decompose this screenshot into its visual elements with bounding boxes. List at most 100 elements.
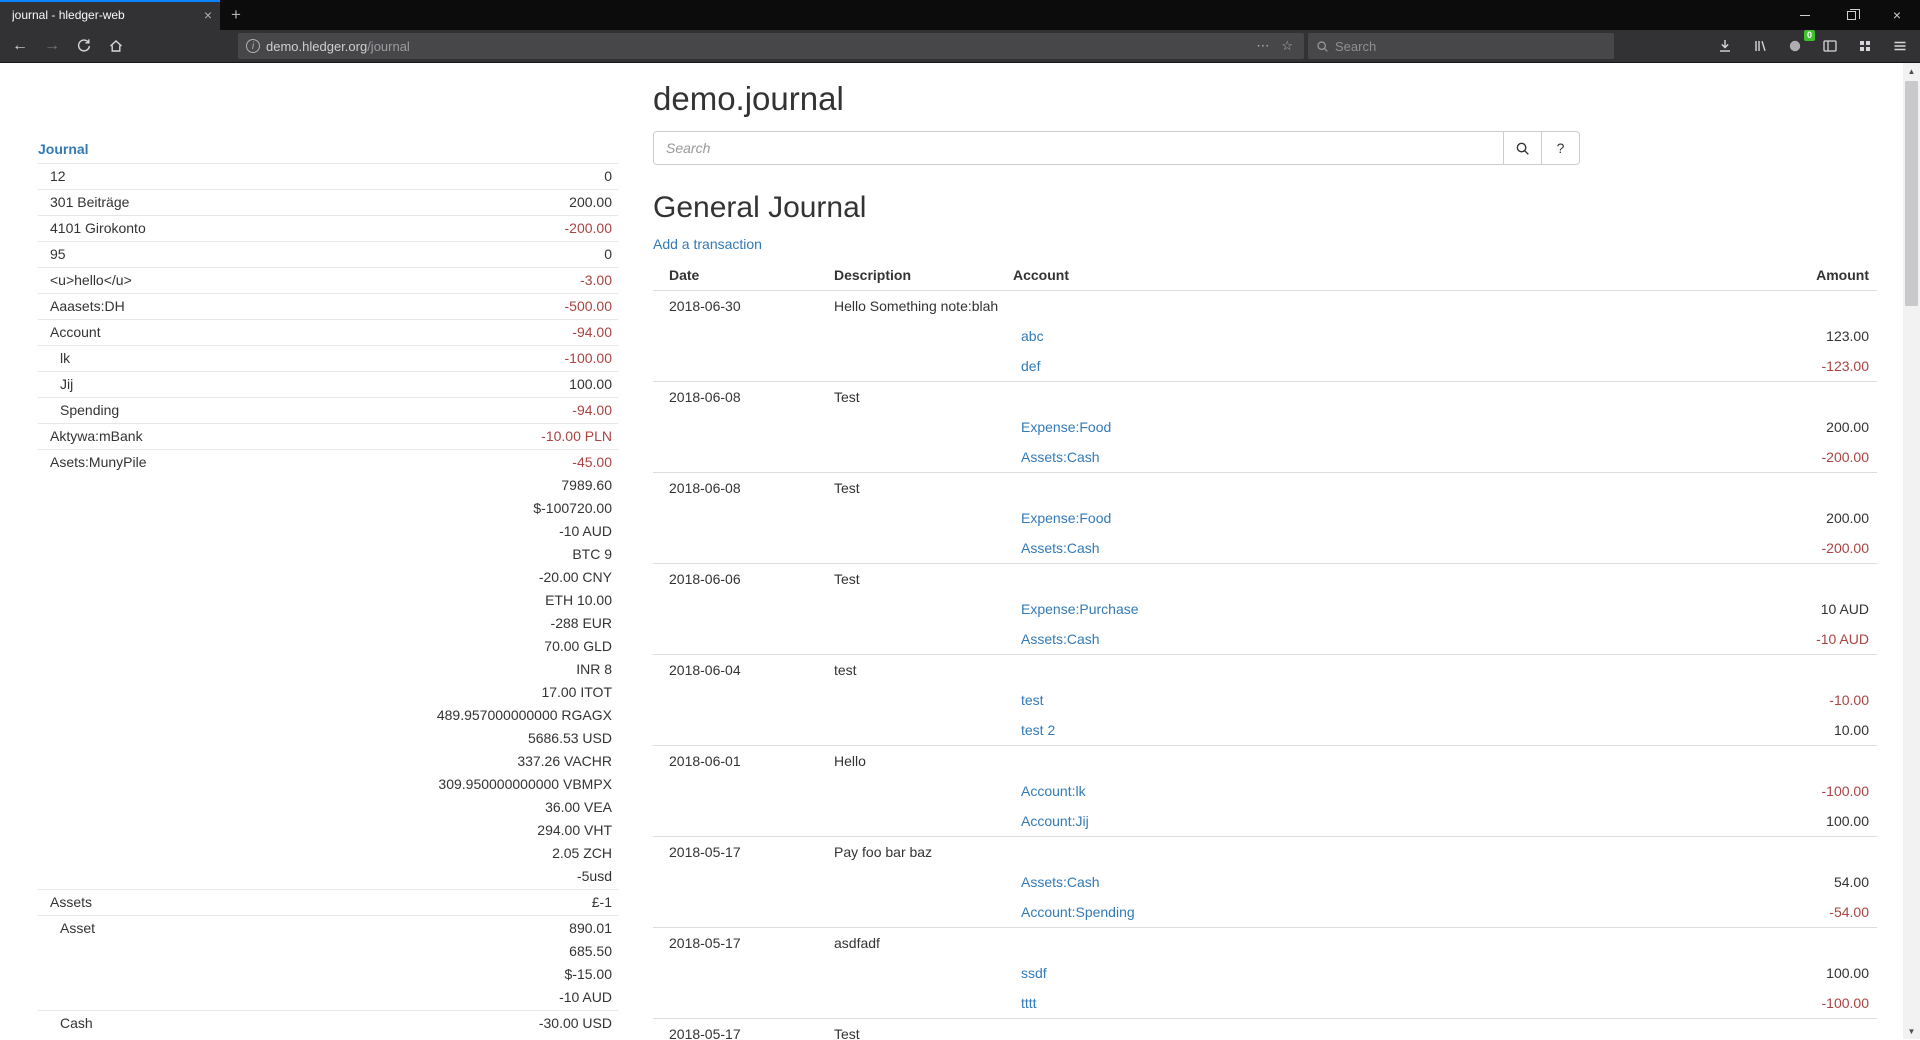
- journal-search-input[interactable]: [653, 131, 1504, 165]
- transaction-date: 2018-05-17: [653, 1019, 826, 1040]
- posting-account-link[interactable]: test: [1021, 692, 1044, 708]
- sidebar-account-link[interactable]: 4101 Girokonto: [50, 217, 146, 240]
- sidebar-accounts: 120301 Beiträge200.004101 Girokonto-200.…: [38, 163, 618, 1039]
- sidebar-account-link[interactable]: Assets: [50, 891, 92, 914]
- sidebar-account-link[interactable]: Spending: [50, 399, 119, 422]
- balance-amount: $-100720.00: [437, 497, 612, 520]
- journal-table-header: Date Description Account Amount: [653, 260, 1877, 291]
- downloads-icon[interactable]: [1711, 33, 1739, 59]
- forward-icon[interactable]: →: [38, 33, 66, 59]
- balance-amount: -10 AUD: [559, 986, 612, 1009]
- posting-account-link[interactable]: ssdf: [1021, 965, 1047, 981]
- window-restore-button[interactable]: [1828, 0, 1874, 30]
- sidebar-account-link[interactable]: <u>hello</u>: [50, 269, 132, 292]
- sidebar-toggle-icon[interactable]: [1816, 33, 1844, 59]
- transaction-description: Test: [826, 382, 1677, 413]
- posting-account-link[interactable]: test 2: [1021, 722, 1055, 738]
- posting-amount: 10.00: [1677, 715, 1877, 746]
- sidebar-account-link[interactable]: Cash: [50, 1012, 93, 1039]
- sidebar-account-link[interactable]: lk: [50, 347, 70, 370]
- posting-amount: 100.00: [1677, 806, 1877, 837]
- balance-amount: -500.00: [565, 295, 612, 318]
- posting-account-link[interactable]: Assets:Cash: [1021, 631, 1100, 647]
- transaction-date: 2018-05-17: [653, 837, 826, 868]
- scrollbar-thumb[interactable]: [1905, 81, 1918, 306]
- posting-account-link[interactable]: Account:Jij: [1021, 813, 1089, 829]
- url-text: demo.hledger.org/journal: [266, 39, 1247, 54]
- balance-amount: -3.00: [580, 269, 612, 292]
- transaction-description: Hello Something note:blah: [826, 291, 1677, 322]
- balance-amount: 890.01: [559, 917, 612, 940]
- posting-account-link[interactable]: Assets:Cash: [1021, 874, 1100, 890]
- posting-account-link[interactable]: Expense:Purchase: [1021, 601, 1139, 617]
- posting-account-link[interactable]: abc: [1021, 328, 1044, 344]
- window-close-button[interactable]: ×: [1874, 0, 1920, 30]
- transaction-date: 2018-06-04: [653, 655, 826, 686]
- browser-tab[interactable]: journal - hledger-web ×: [0, 0, 220, 30]
- sidebar-account-row: Aaasets:DH -500.00: [38, 293, 618, 319]
- transaction-row: 2018-06-30Hello Something note:blah: [653, 291, 1877, 322]
- posting-account-link[interactable]: def: [1021, 358, 1040, 374]
- posting-account-link[interactable]: Account:lk: [1021, 783, 1086, 799]
- sidebar-account-link[interactable]: 301 Beiträge: [50, 191, 129, 214]
- posting-account-link[interactable]: tttt: [1021, 995, 1037, 1011]
- posting-account-link[interactable]: Assets:Cash: [1021, 449, 1100, 465]
- posting-account-link[interactable]: Account:Spending: [1021, 904, 1135, 920]
- sidebar-account-link[interactable]: Account: [50, 321, 101, 344]
- sidebar-journal-link[interactable]: Journal: [38, 138, 89, 163]
- sidebar-account-link[interactable]: Asets:MunyPile: [50, 451, 146, 888]
- balance-amount: £-1: [592, 891, 612, 914]
- posting-account-link[interactable]: Expense:Food: [1021, 419, 1111, 435]
- bookmark-star-icon[interactable]: ☆: [1278, 38, 1296, 54]
- posting-row: Account:lk-100.00: [653, 776, 1877, 806]
- page-scrollbar[interactable]: ▲ ▼: [1903, 63, 1920, 1039]
- window-minimize-button[interactable]: [1782, 0, 1828, 30]
- balance-amount: ETH 10.00: [437, 589, 612, 612]
- extension-icon[interactable]: 0: [1781, 33, 1809, 59]
- browser-search-field[interactable]: Search: [1308, 33, 1614, 59]
- sidebar-account-balance: -200.00: [565, 217, 612, 240]
- balance-amount: -30.00 USD: [539, 1012, 612, 1035]
- url-domain: demo.hledger.org: [266, 39, 367, 54]
- posting-row: Expense:Food200.00: [653, 412, 1877, 442]
- search-icon: [1515, 141, 1530, 156]
- sidebar-account-row: 301 Beiträge200.00: [38, 189, 618, 215]
- sidebar-account-link[interactable]: 95: [50, 243, 66, 266]
- posting-row: test 2 10.00: [653, 715, 1877, 746]
- library-icon[interactable]: [1746, 33, 1774, 59]
- col-header-amount: Amount: [1677, 260, 1877, 291]
- sidebar-account-balance: -500.00: [565, 295, 612, 318]
- sidebar-account-link[interactable]: Asset: [50, 917, 95, 1009]
- site-info-icon[interactable]: i: [246, 39, 260, 53]
- menu-icon[interactable]: [1886, 33, 1914, 59]
- balance-amount: -10 AUD: [437, 520, 612, 543]
- back-icon[interactable]: ←: [6, 33, 34, 59]
- sidebar-account-row: 950: [38, 241, 618, 267]
- add-transaction-link[interactable]: Add a transaction: [653, 236, 762, 252]
- posting-account-link[interactable]: Expense:Food: [1021, 510, 1111, 526]
- balance-amount: 100.00: [569, 373, 612, 396]
- journal-search-button[interactable]: [1504, 131, 1542, 165]
- sidebar-account-link[interactable]: 12: [50, 165, 66, 188]
- page-actions-icon[interactable]: ⋯: [1253, 38, 1272, 54]
- scroll-up-icon[interactable]: ▲: [1903, 63, 1920, 79]
- sidebar-account-link[interactable]: Jij: [50, 373, 73, 396]
- grid-icon[interactable]: [1851, 33, 1879, 59]
- browser-nav-bar: ← → i demo.hledger.org/journal ⋯ ☆ Searc…: [0, 30, 1920, 63]
- url-bar[interactable]: i demo.hledger.org/journal ⋯ ☆: [238, 33, 1304, 59]
- home-icon[interactable]: [102, 33, 130, 59]
- reload-icon[interactable]: [70, 33, 98, 59]
- window-controls: ×: [1782, 0, 1920, 30]
- balance-amount: -288 EUR: [437, 612, 612, 635]
- tab-close-icon[interactable]: ×: [204, 7, 212, 23]
- sidebar-account-balance: 890.01685.50$-15.00-10 AUD: [559, 917, 612, 1009]
- search-help-button[interactable]: ?: [1542, 131, 1580, 165]
- scroll-down-icon[interactable]: ▼: [1903, 1023, 1920, 1039]
- transaction-row: 2018-06-06Test: [653, 564, 1877, 595]
- transaction-description: asdfadf: [826, 928, 1677, 959]
- sidebar-account-link[interactable]: Aaasets:DH: [50, 295, 125, 318]
- new-tab-button[interactable]: +: [220, 0, 252, 30]
- sidebar-account-link[interactable]: Aktywa:mBank: [50, 425, 143, 448]
- balance-amount: -45.00: [437, 451, 612, 474]
- posting-account-link[interactable]: Assets:Cash: [1021, 540, 1100, 556]
